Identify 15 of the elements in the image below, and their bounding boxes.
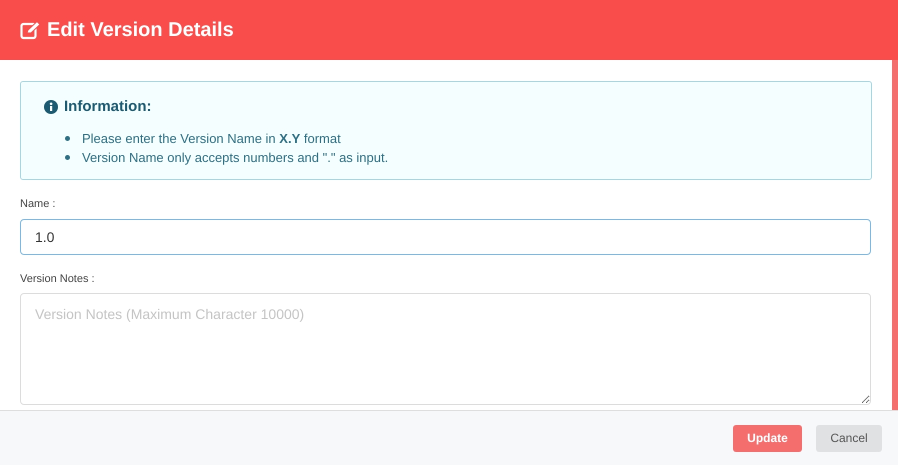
dialog-title: Edit Version Details	[47, 18, 234, 43]
info-item: Please enter the Version Name in X.Y format	[82, 130, 341, 148]
name-field[interactable]: 1.0	[20, 218, 871, 254]
info-title: Information:	[64, 97, 152, 117]
bullet-icon	[65, 136, 70, 140]
bullet-icon	[65, 154, 70, 160]
update-button[interactable]: Update	[733, 424, 802, 452]
notes-field[interactable]: Version Notes (Maximum Character 10000)	[20, 293, 871, 405]
scrollbar[interactable]	[892, 60, 898, 410]
info-item: Version Name only accepts numbers and "." as input.	[82, 148, 388, 166]
field-label: Name :	[20, 197, 56, 212]
info-icon	[44, 100, 58, 114]
edit-icon	[20, 20, 41, 40]
cancel-button[interactable]: Cancel	[816, 424, 882, 452]
field-label: Version Notes :	[20, 272, 95, 286]
